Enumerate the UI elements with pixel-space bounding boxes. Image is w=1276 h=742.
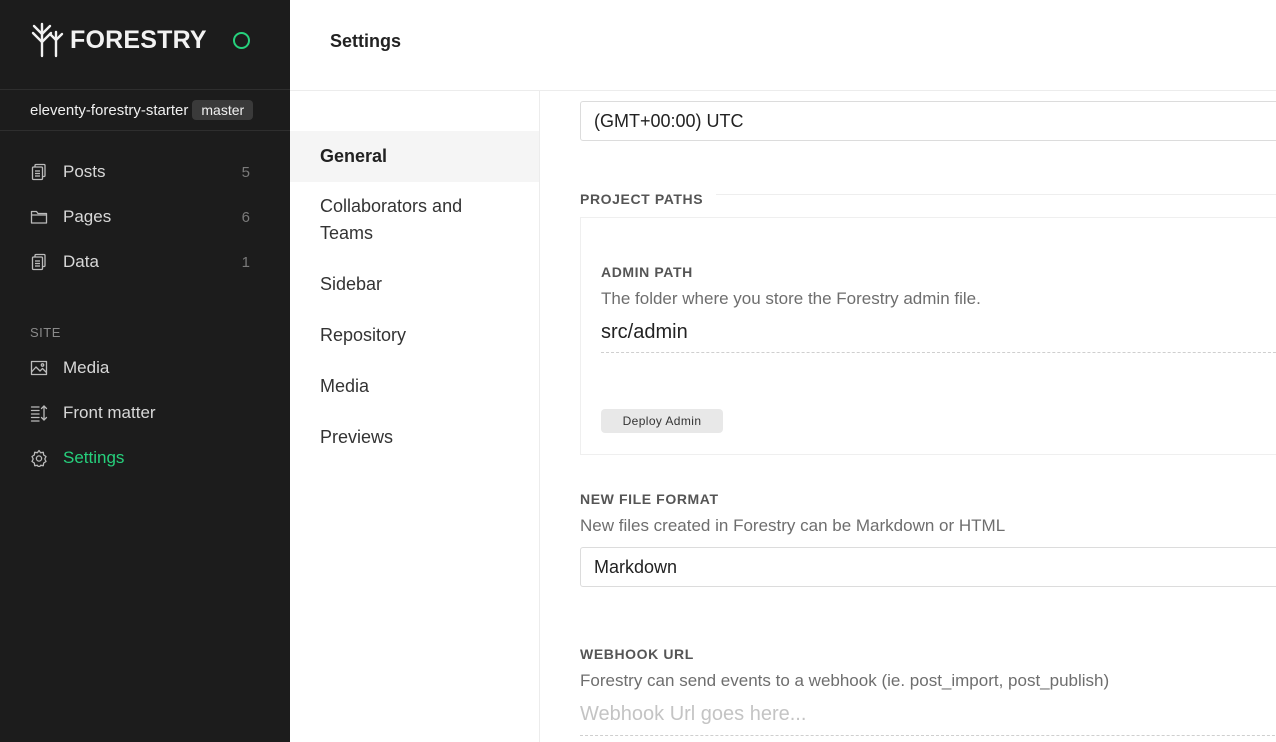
- settings-nav-general[interactable]: General: [290, 131, 539, 182]
- settings-nav-collaborators[interactable]: Collaborators and Teams: [290, 193, 510, 247]
- sidebar-item-front-matter[interactable]: Front matter: [30, 400, 250, 426]
- project-switcher[interactable]: eleventy-forestry-starter master: [0, 90, 290, 131]
- item-count: 1: [241, 253, 250, 271]
- top-bar: Settings: [290, 0, 1276, 91]
- settings-content: (GMT+00:00) UTC PROJECT PATHS ADMIN PATH…: [540, 91, 1276, 742]
- settings-nav-sidebar[interactable]: Sidebar: [290, 271, 539, 298]
- webhook-url-help: Forestry can send events to a webhook (i…: [580, 671, 1110, 690]
- item-count: 6: [241, 208, 250, 226]
- folder-icon: [30, 210, 48, 224]
- settings-nav-previews[interactable]: Previews: [290, 424, 539, 451]
- site-section-heading: SITE: [30, 325, 61, 340]
- sidebar-item-label: Pages: [63, 207, 112, 226]
- item-count: 5: [241, 163, 250, 181]
- sidebar-item-media[interactable]: Media: [30, 355, 250, 381]
- section-divider: [716, 194, 1276, 195]
- new-file-format-select[interactable]: Markdown: [580, 547, 1276, 587]
- sidebar-item-label: Data: [63, 252, 99, 271]
- logo-text: FORESTRY: [70, 25, 207, 54]
- sidebar-item-settings[interactable]: Settings: [30, 445, 250, 471]
- webhook-url-label: WEBHOOK URL: [580, 646, 694, 662]
- front-matter-icon: [30, 405, 48, 422]
- gear-icon: [31, 449, 47, 467]
- image-icon: [30, 360, 48, 376]
- sidebar-item-pages[interactable]: Pages 6: [30, 204, 250, 230]
- new-file-format-label: NEW FILE FORMAT: [580, 491, 719, 507]
- sidebar-item-label: Front matter: [63, 403, 156, 422]
- sidebar: FORESTRY eleventy-forestry-starter maste…: [0, 0, 290, 742]
- logo-row: FORESTRY: [0, 0, 290, 90]
- sidebar-item-label: Posts: [63, 162, 106, 181]
- page-title: Settings: [330, 31, 402, 51]
- settings-nav-repository[interactable]: Repository: [290, 322, 539, 349]
- project-paths-heading: PROJECT PATHS: [580, 191, 704, 207]
- admin-path-label: ADMIN PATH: [601, 264, 693, 280]
- project-name: eleventy-forestry-starter: [30, 101, 189, 119]
- branch-badge: master: [192, 100, 254, 120]
- sidebar-item-label: Media: [63, 358, 110, 377]
- sidebar-item-posts[interactable]: Posts 5: [30, 159, 250, 185]
- sidebar-item-label: Settings: [63, 448, 125, 467]
- webhook-url-input[interactable]: Webhook Url goes here...: [580, 700, 1276, 736]
- posts-icon: [31, 163, 46, 181]
- admin-path-help: The folder where you store the Forestry …: [601, 289, 981, 308]
- deploy-admin-button[interactable]: Deploy Admin: [601, 409, 723, 433]
- forestry-tree-icon: [31, 22, 64, 58]
- data-icon: [31, 253, 46, 271]
- admin-path-input[interactable]: src/admin: [601, 319, 1276, 353]
- status-indicator: [233, 32, 250, 49]
- settings-nav: General Collaborators and Teams Sidebar …: [290, 91, 540, 742]
- sidebar-item-data[interactable]: Data 1: [30, 249, 250, 275]
- timezone-select[interactable]: (GMT+00:00) UTC: [580, 101, 1276, 141]
- settings-nav-media[interactable]: Media: [290, 373, 539, 400]
- forestry-logo[interactable]: FORESTRY: [30, 22, 207, 58]
- new-file-format-help: New files created in Forestry can be Mar…: [580, 516, 1006, 535]
